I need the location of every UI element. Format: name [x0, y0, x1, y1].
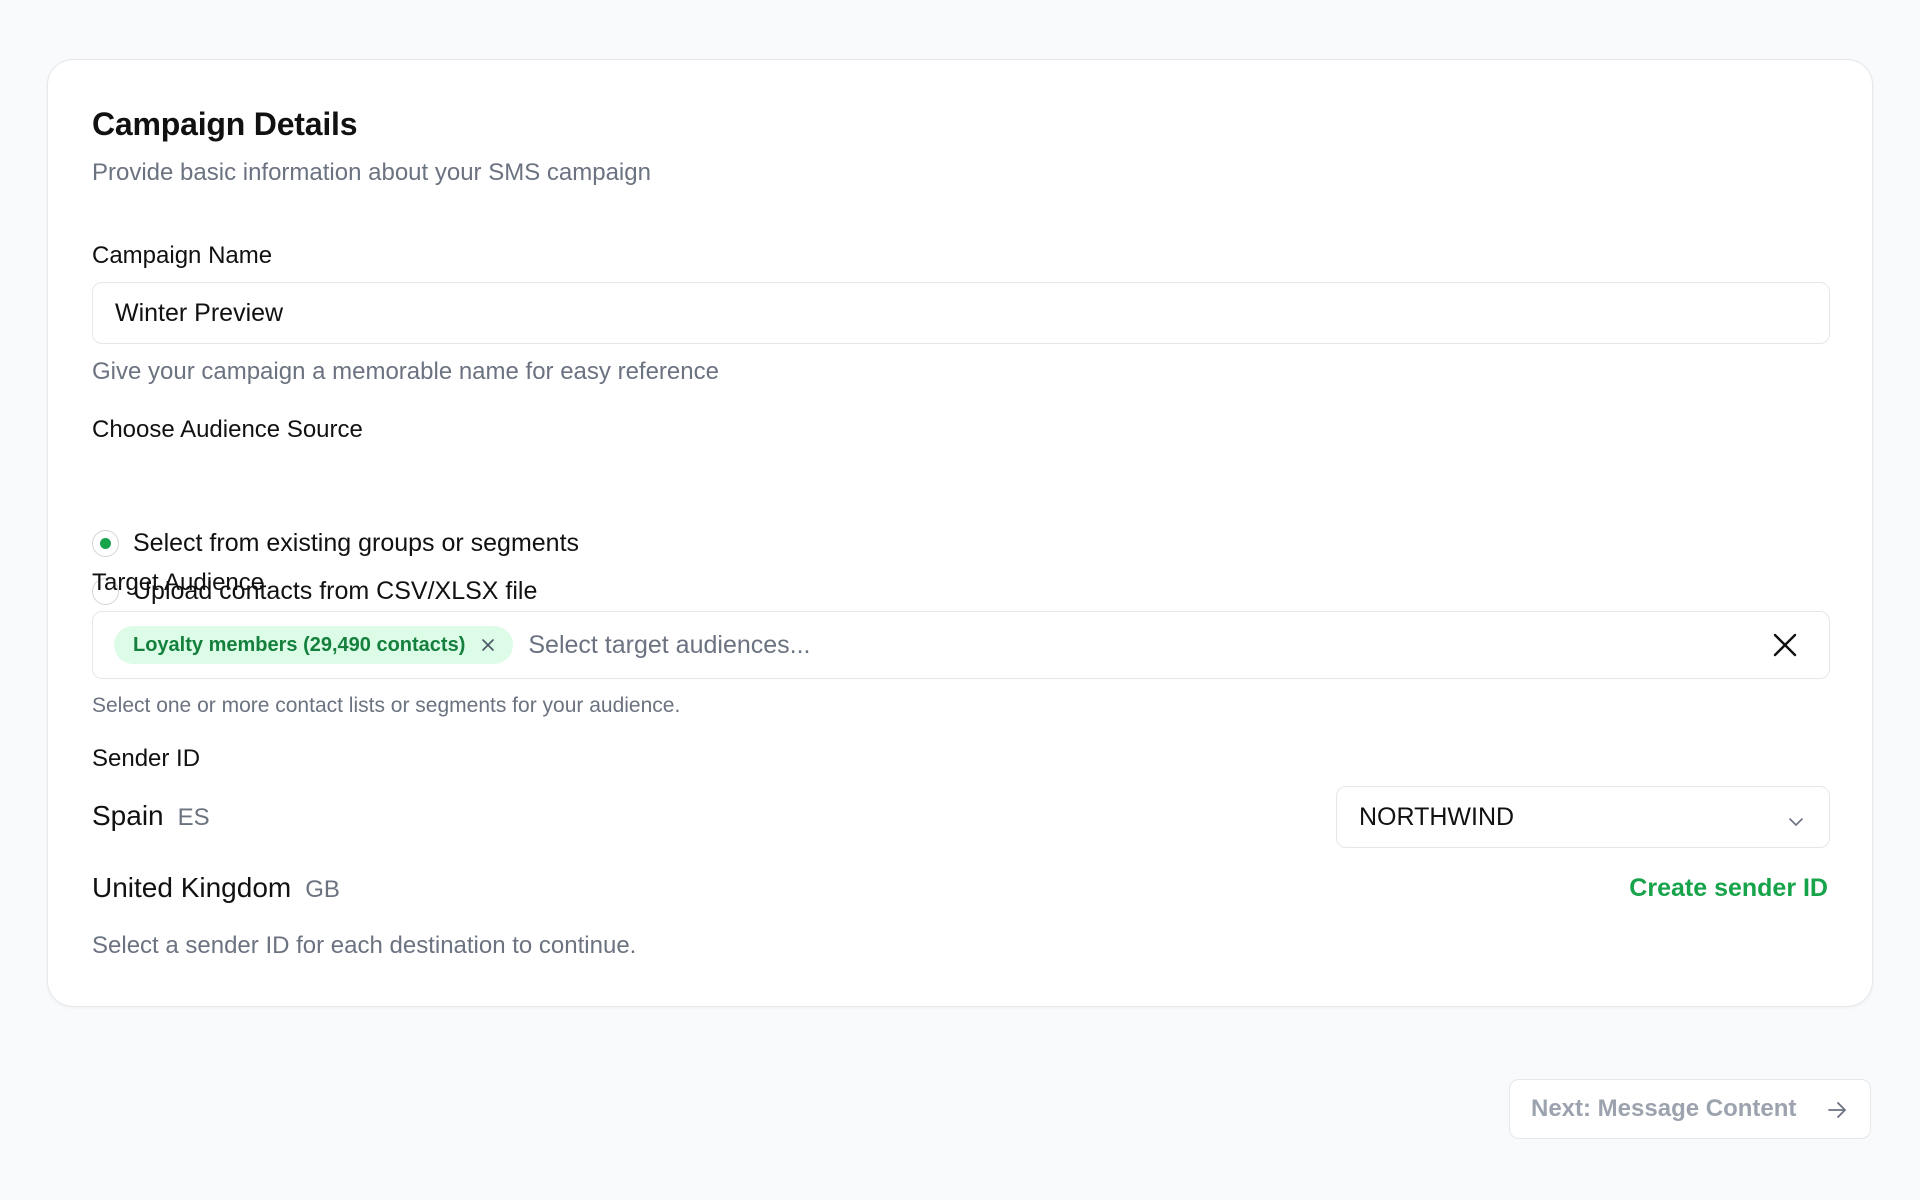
campaign-name-value: Winter Preview: [115, 298, 284, 327]
audience-option-existing-label: Select from existing groups or segments: [133, 529, 580, 557]
card-subtitle: Provide basic information about your SMS…: [92, 159, 651, 186]
audience-option-existing[interactable]: Select from existing groups or segments: [92, 529, 579, 558]
audience-chip-label: Loyalty members (29,490 contacts): [133, 633, 466, 656]
campaign-name-helper: Give your campaign a memorable name for …: [92, 358, 719, 385]
audience-source-label: Choose Audience Source: [92, 416, 363, 443]
clear-selection-icon[interactable]: [1771, 631, 1799, 659]
arrow-right-icon: [1826, 1099, 1848, 1121]
radio-selected[interactable]: [92, 530, 119, 557]
campaign-name-label: Campaign Name: [92, 242, 273, 269]
next-message-content-button[interactable]: Next: Message Content: [1509, 1079, 1871, 1139]
sender-row-uk: United Kingdom GB: [92, 872, 340, 904]
sender-id-helper: Select a sender ID for each destination …: [92, 932, 637, 959]
campaign-details-card: Campaign Details Provide basic informati…: [47, 59, 1873, 1007]
country-name: Spain: [92, 800, 164, 831]
country-code: ES: [177, 804, 210, 831]
close-icon[interactable]: [481, 638, 495, 652]
next-button-label: Next: Message Content: [1531, 1095, 1797, 1122]
sender-id-selected-value: NORTHWIND: [1359, 802, 1515, 831]
audience-chip: Loyalty members (29,490 contacts): [114, 626, 514, 664]
target-audience-helper: Select one or more contact lists or segm…: [92, 694, 681, 717]
create-sender-id-link[interactable]: Create sender ID: [1629, 874, 1828, 903]
sender-row-spain: Spain ES: [92, 800, 210, 832]
target-audience-label: Target Audience: [92, 569, 265, 596]
country-code: GB: [305, 876, 340, 903]
target-audience-select[interactable]: Loyalty members (29,490 contacts) Select…: [92, 611, 1830, 679]
chevron-down-icon: [1787, 809, 1805, 827]
country-name: United Kingdom: [92, 872, 292, 903]
campaign-name-input[interactable]: Winter Preview: [92, 282, 1830, 344]
sender-id-select-spain[interactable]: NORTHWIND: [1336, 786, 1830, 848]
sender-id-label: Sender ID: [92, 745, 201, 772]
target-audience-placeholder: Select target audiences...: [528, 630, 811, 659]
card-title: Campaign Details: [92, 106, 358, 142]
radio-dot: [100, 538, 111, 549]
